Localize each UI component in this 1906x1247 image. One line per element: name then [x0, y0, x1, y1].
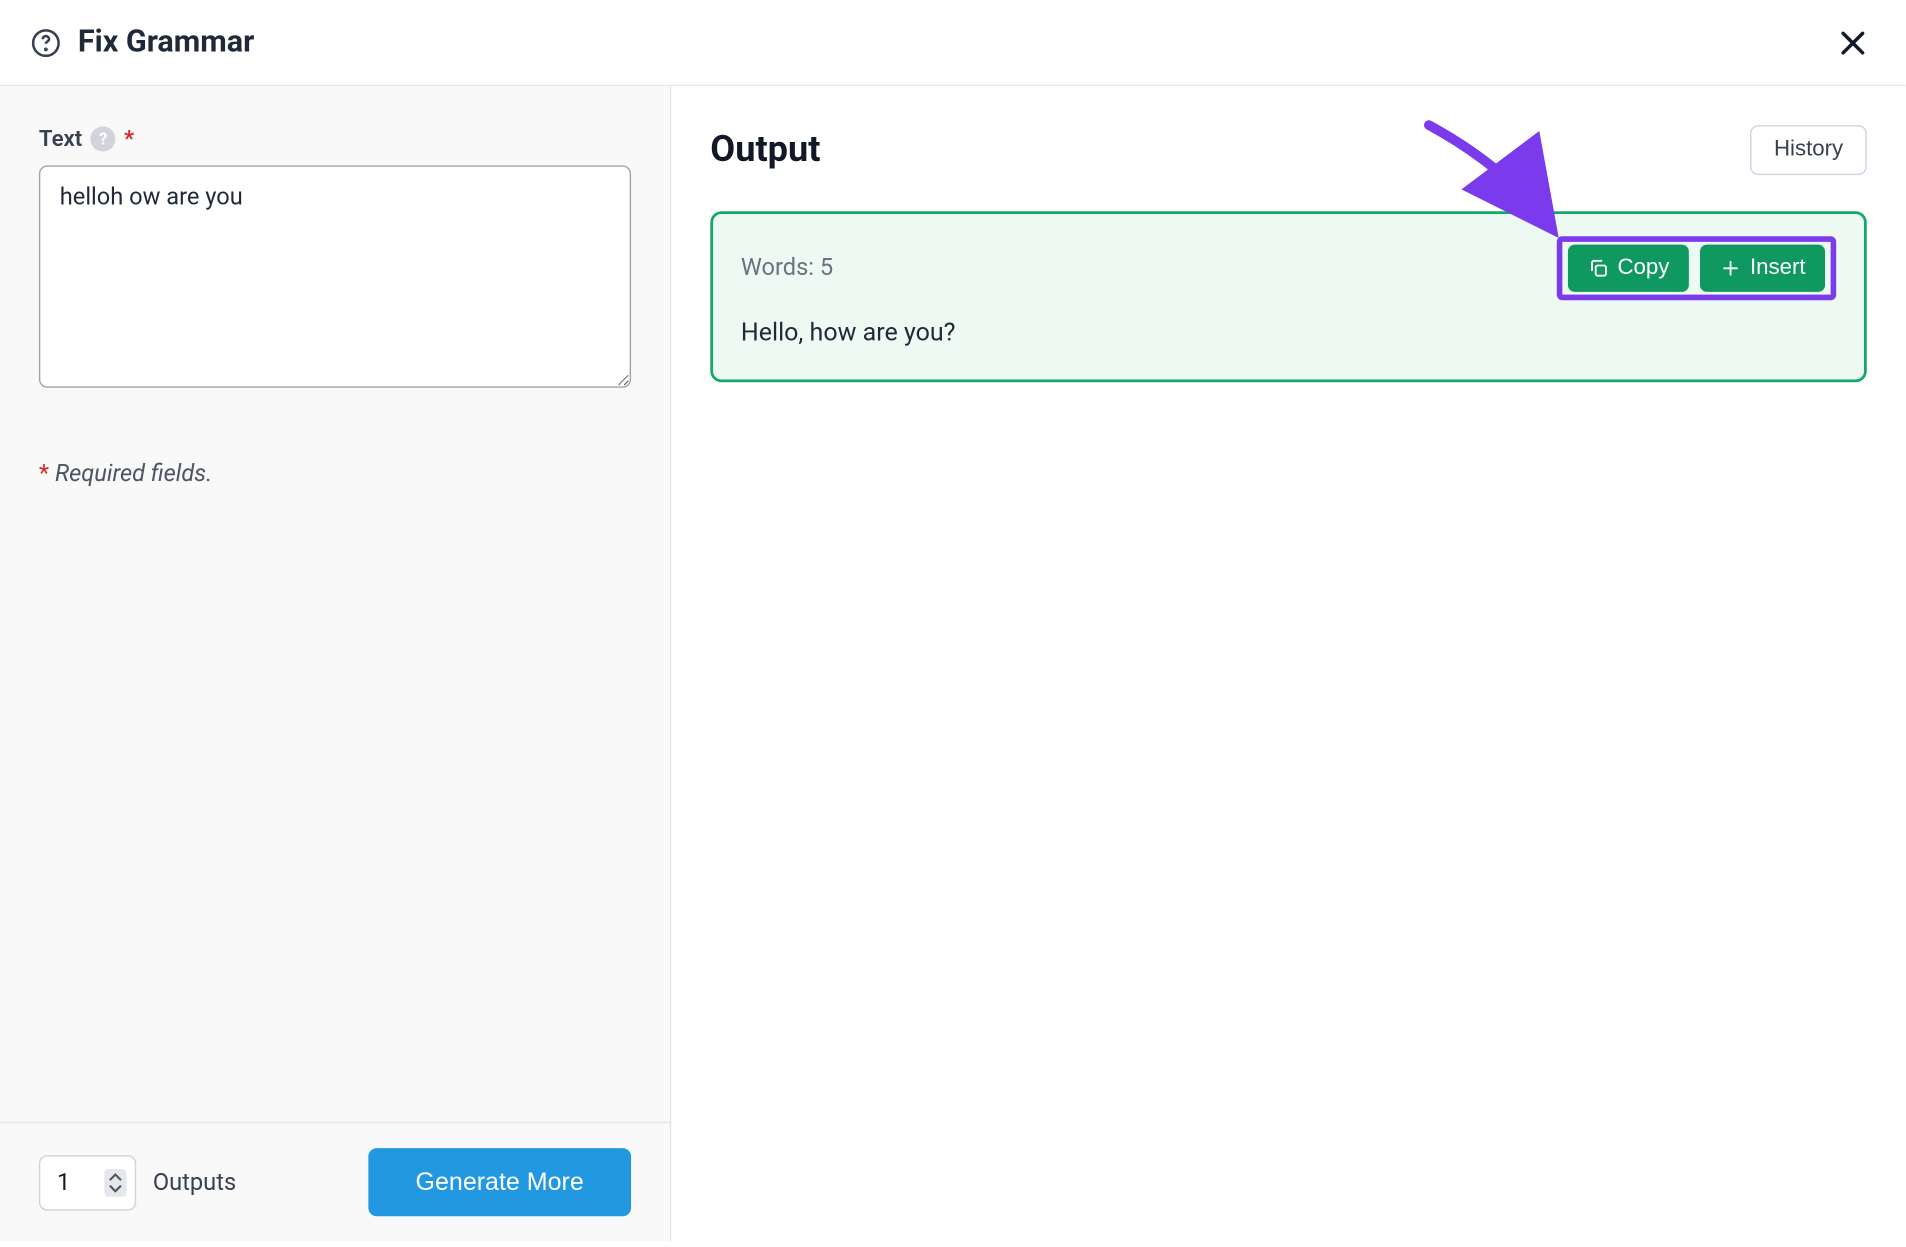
card-actions-highlight: Copy Insert	[1556, 236, 1836, 300]
outputs-value: 1	[57, 1168, 70, 1196]
required-fields-note: * Required fields.	[39, 460, 631, 488]
plus-icon	[1719, 257, 1741, 279]
text-field-label: Text	[39, 125, 82, 151]
insert-button[interactable]: Insert	[1700, 245, 1825, 292]
dialog-title: Fix Grammar	[78, 25, 255, 60]
required-star-icon: *	[124, 125, 134, 151]
help-badge-icon[interactable]: ?	[91, 126, 116, 151]
outputs-stepper[interactable]: 1	[39, 1154, 136, 1210]
copy-icon	[1587, 257, 1609, 279]
words-count: Words: 5	[741, 254, 833, 282]
close-icon	[1836, 26, 1869, 59]
dialog-header: Fix Grammar	[0, 0, 1906, 86]
stepper-arrows-icon[interactable]	[104, 1168, 126, 1196]
output-title: Output	[710, 129, 820, 171]
text-input[interactable]	[39, 165, 631, 387]
footer-bar: 1 Outputs Generate More	[0, 1122, 670, 1242]
output-card: Words: 5 Copy	[710, 211, 1866, 382]
close-button[interactable]	[1833, 23, 1872, 62]
input-panel: Text ? * * Required fields. 1 Outpu	[0, 86, 671, 1241]
output-text: Hello, how are you?	[741, 314, 1836, 352]
output-panel: Output History Words: 5 Copy	[671, 86, 1905, 1241]
copy-button[interactable]: Copy	[1567, 245, 1688, 292]
outputs-label: Outputs	[153, 1168, 236, 1196]
history-button[interactable]: History	[1750, 125, 1866, 175]
generate-more-button[interactable]: Generate More	[368, 1148, 631, 1216]
help-circle-icon	[31, 27, 62, 58]
